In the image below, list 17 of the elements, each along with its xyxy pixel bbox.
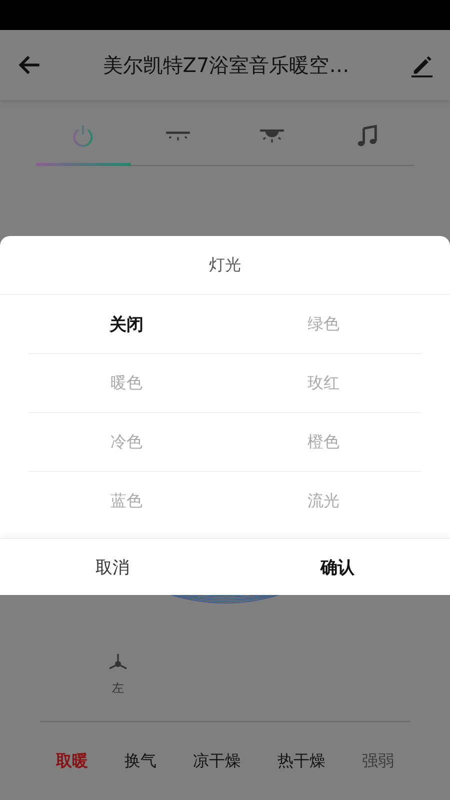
mode-tab[interactable]: 凉干燥 bbox=[193, 750, 241, 772]
mode-tab[interactable]: 换气 bbox=[124, 750, 156, 772]
confirm-button[interactable]: 确认 bbox=[225, 539, 450, 595]
mode-tab[interactable]: 热干燥 bbox=[278, 750, 326, 772]
fan-direction-label: 左 bbox=[112, 680, 124, 697]
light-option[interactable]: 关闭 bbox=[28, 295, 225, 353]
light-option[interactable]: 蓝色 bbox=[28, 472, 225, 530]
light-option[interactable]: 暖色 bbox=[28, 354, 225, 412]
light-option[interactable]: 橙色 bbox=[225, 413, 422, 471]
light-option[interactable]: 流光 bbox=[225, 472, 422, 530]
light-option[interactable]: 冷色 bbox=[28, 413, 225, 471]
light-option[interactable]: 玫红 bbox=[225, 354, 422, 412]
device-title: 美尔凯特Z7浴室音乐暖空… bbox=[102, 52, 350, 78]
dialog-title: 灯光 bbox=[0, 236, 450, 295]
light-option[interactable]: 绿色 bbox=[225, 295, 422, 353]
mode-tab[interactable]: 取暖 bbox=[56, 750, 88, 772]
cancel-button[interactable]: 取消 bbox=[0, 539, 225, 595]
